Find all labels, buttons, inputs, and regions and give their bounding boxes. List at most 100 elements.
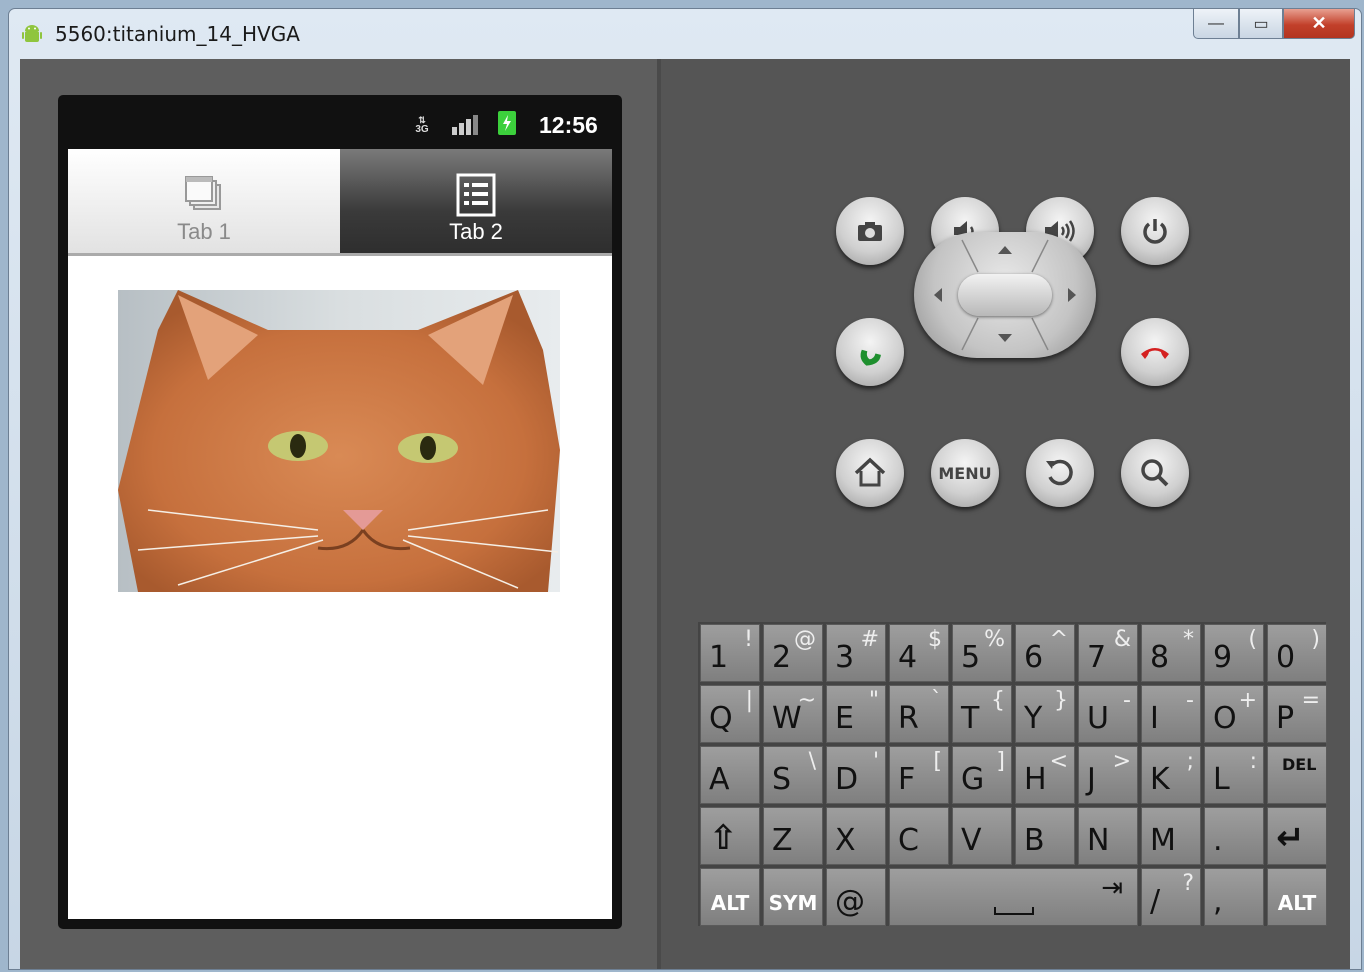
key-3-6[interactable]: N (1078, 807, 1138, 865)
key-alt-label: > (1112, 749, 1131, 774)
menu-label: MENU (938, 463, 992, 483)
key-1-7[interactable]: I- (1141, 685, 1201, 743)
key-2-1[interactable]: S \ (763, 746, 823, 804)
key-label: K (1150, 762, 1170, 797)
key-label: 7 (1087, 640, 1107, 675)
key-1-8[interactable]: O + (1204, 685, 1264, 743)
key-1-3[interactable]: R ` (889, 685, 949, 743)
key-3-7[interactable]: M (1141, 807, 1201, 865)
key-alt-label: [ (933, 749, 942, 774)
key-0-8[interactable]: 9( (1204, 624, 1264, 682)
key-alt-label: ~ (797, 688, 816, 713)
key-alt-label: # (860, 627, 879, 652)
key-2-4[interactable]: G] (952, 746, 1012, 804)
call-button[interactable] (836, 318, 904, 386)
key-3-0[interactable]: ⇧ (700, 807, 760, 865)
at-key[interactable]: @ (826, 868, 886, 926)
key-label: 6 (1024, 640, 1044, 675)
key-2-9[interactable]: DEL (1267, 746, 1327, 804)
minimize-button[interactable]: — (1193, 9, 1239, 39)
key-1-1[interactable]: W ~ (763, 685, 823, 743)
search-button[interactable] (1121, 439, 1189, 507)
key-label: T (961, 701, 980, 736)
key-label: C (898, 823, 919, 858)
menu-button[interactable]: MENU (931, 439, 999, 507)
key-1-6[interactable]: U- (1078, 685, 1138, 743)
title-bar[interactable]: 5560:titanium_14_HVGA — ▭ ✕ (9, 9, 1361, 59)
back-button[interactable] (1026, 439, 1094, 507)
key-1-5[interactable]: Y} (1015, 685, 1075, 743)
close-button[interactable]: ✕ (1283, 9, 1355, 39)
key-1-4[interactable]: T{ (952, 685, 1012, 743)
key-3-1[interactable]: Z (763, 807, 823, 865)
key-1-0[interactable]: Q | (700, 685, 760, 743)
space-key[interactable]: ⇥ (889, 868, 1138, 926)
key-alt-label: \ (808, 749, 816, 774)
key-1-2[interactable]: E " (826, 685, 886, 743)
key-label: / (1150, 884, 1161, 919)
key-alt-label: ^ (1049, 627, 1068, 652)
comma-key[interactable]: , (1204, 868, 1264, 926)
alt-right-key[interactable]: ALT (1267, 868, 1327, 926)
key-3-8[interactable]: . (1204, 807, 1264, 865)
key-3-9[interactable]: ↵ (1267, 807, 1327, 865)
alt-left-key[interactable]: ALT (700, 868, 760, 926)
camera-button[interactable] (836, 197, 904, 265)
key-2-6[interactable]: J > (1078, 746, 1138, 804)
key-2-3[interactable]: F[ (889, 746, 949, 804)
key-2-7[interactable]: K; (1141, 746, 1201, 804)
key-label: S (772, 762, 792, 797)
key-0-6[interactable]: 7 & (1078, 624, 1138, 682)
key-3-5[interactable]: B (1015, 807, 1075, 865)
key-label: R (898, 701, 919, 736)
key-1-9[interactable]: P = (1267, 685, 1327, 743)
key-label: J (1087, 762, 1096, 797)
home-button[interactable] (836, 439, 904, 507)
key-alt-label: { (991, 688, 1005, 713)
key-0-7[interactable]: 8 * (1141, 624, 1201, 682)
search-icon (1141, 459, 1169, 487)
maximize-button[interactable]: ▭ (1239, 9, 1283, 39)
key-label: SYM (768, 891, 818, 915)
key-2-2[interactable]: D ' (826, 746, 886, 804)
key-3-3[interactable]: C (889, 807, 949, 865)
power-button[interactable] (1121, 197, 1189, 265)
key-label: Y (1024, 701, 1043, 736)
network-3g-icon: ⇅ 3G (415, 115, 429, 135)
key-0-1[interactable]: 2 @ (763, 624, 823, 682)
sym-key[interactable]: SYM (763, 868, 823, 926)
key-0-2[interactable]: 3 # (826, 624, 886, 682)
key-alt-label: * (1183, 627, 1194, 652)
key-label: G (961, 762, 985, 797)
key-alt-label: % (984, 627, 1005, 652)
dpad-center-button[interactable] (958, 274, 1052, 316)
key-2-8[interactable]: L: (1204, 746, 1264, 804)
key-2-5[interactable]: H < (1015, 746, 1075, 804)
key-0-4[interactable]: 5% (952, 624, 1012, 682)
key-0-5[interactable]: 6 ^ (1015, 624, 1075, 682)
call-icon (860, 349, 881, 366)
key-label: 8 (1150, 640, 1170, 675)
key-3-4[interactable]: V (952, 807, 1012, 865)
slash-key[interactable]: /? (1141, 868, 1201, 926)
key-label: F (898, 762, 916, 797)
key-label: 4 (898, 640, 918, 675)
list-icon (456, 173, 496, 217)
tab-bar: Tab 1 Tab 2 (68, 149, 612, 255)
key-2-0[interactable]: A (700, 746, 760, 804)
tab-1[interactable]: Tab 1 (68, 149, 340, 253)
tab-2[interactable]: Tab 2 (340, 149, 612, 253)
key-label: I (1150, 701, 1159, 736)
key-3-2[interactable]: X (826, 807, 886, 865)
key-label: . (1213, 823, 1223, 858)
key-0-3[interactable]: 4 $ (889, 624, 949, 682)
key-0-9[interactable]: 0) (1267, 624, 1327, 682)
phone-screen-frame: ⇅ 3G 12:56 Tab 1 Tab 2 (58, 95, 622, 929)
key-alt-label: ` (931, 688, 942, 713)
key-alt-label: & (1113, 627, 1131, 652)
end-call-button[interactable] (1121, 318, 1189, 386)
key-alt-label: } (1054, 688, 1068, 713)
key-label: A (709, 762, 730, 797)
dpad[interactable] (914, 232, 1096, 358)
key-0-0[interactable]: 1! (700, 624, 760, 682)
